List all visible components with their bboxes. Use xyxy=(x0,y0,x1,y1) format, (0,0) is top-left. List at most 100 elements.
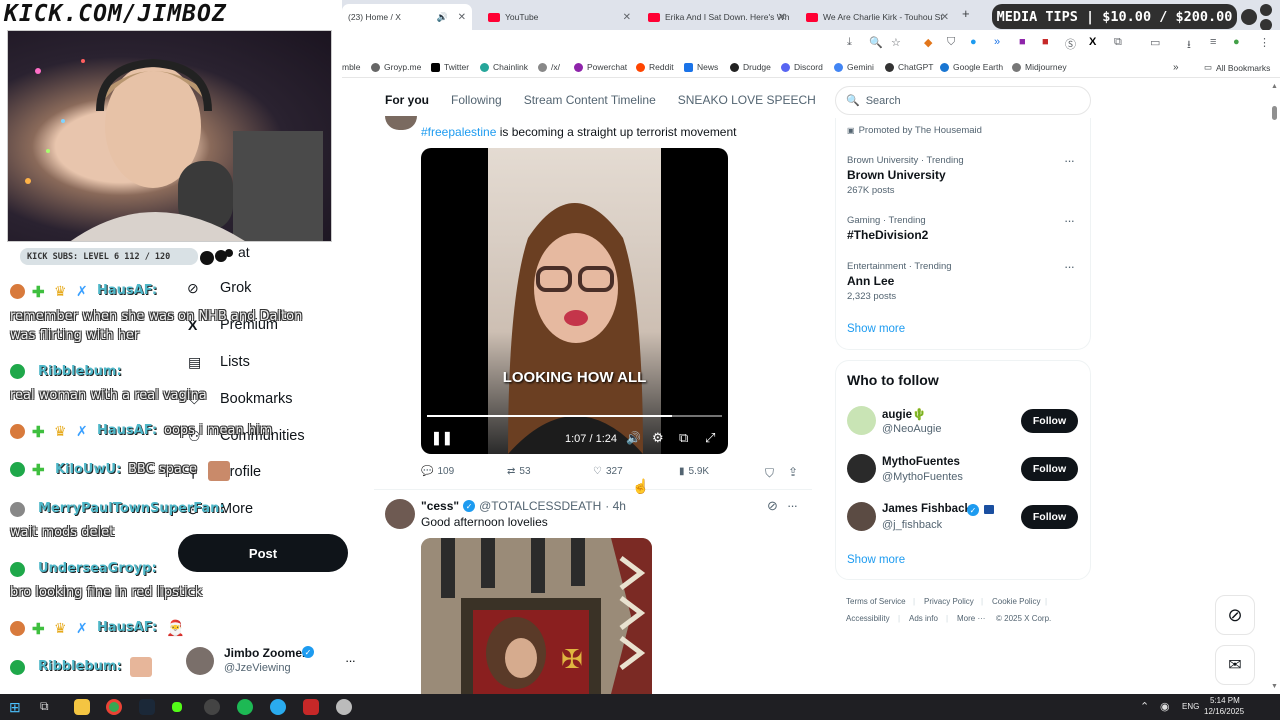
bookmark[interactable]: /x/ xyxy=(538,62,560,72)
extension-icon[interactable]: Ⓢ xyxy=(1065,36,1076,52)
pip-icon[interactable]: ⧉ xyxy=(679,430,688,446)
windows-start-icon[interactable]: ⊞ xyxy=(9,699,21,716)
scrollbar-thumb[interactable] xyxy=(1272,106,1277,120)
nav-item-lists[interactable]: Lists xyxy=(220,354,250,370)
video-player[interactable]: LOOKING HOW ALL ❚❚ 1:07 / 1:24 🔊 ⚙ ⧉ ⤢ xyxy=(421,148,728,454)
more-dots-icon[interactable]: ··· xyxy=(787,498,798,513)
tab-home-x[interactable]: (23) Home / X 🔊 ✕ xyxy=(342,4,472,30)
bookmark[interactable]: Gemini xyxy=(834,62,874,72)
more-dots-icon[interactable]: ··· xyxy=(1064,153,1075,168)
task-view-icon[interactable]: ⧉ xyxy=(40,699,49,714)
bookmark[interactable]: Chainlink xyxy=(480,62,528,72)
footer-link[interactable]: Privacy Policy xyxy=(924,597,974,606)
speaker-icon[interactable]: 🔊 xyxy=(437,12,448,23)
nav-item-partial[interactable]: at xyxy=(238,244,250,260)
like-button[interactable]: ♡ 327 xyxy=(593,466,623,477)
follow-button[interactable]: Follow xyxy=(1021,409,1078,433)
bookmark[interactable]: News xyxy=(684,62,718,72)
search-input[interactable]: 🔍 Search xyxy=(835,86,1091,115)
show-more-follow[interactable]: Show more xyxy=(847,554,905,566)
pause-icon[interactable]: ❚❚ xyxy=(431,430,453,446)
scroll-up-icon[interactable]: ▲ xyxy=(1271,83,1278,90)
hashtag-link[interactable]: #freepalestine xyxy=(421,125,496,139)
menu-icon[interactable]: ⋮ xyxy=(1259,36,1270,49)
extension-icon[interactable]: ■ xyxy=(1019,36,1026,48)
bookmark[interactable]: Discord xyxy=(781,62,823,72)
chevron-right-icon[interactable]: » xyxy=(1173,62,1179,73)
shield-icon[interactable]: ⛉ xyxy=(947,36,955,49)
steam-icon[interactable] xyxy=(139,699,155,715)
tab-following[interactable]: Following xyxy=(440,82,513,118)
nav-item-grok[interactable]: Grok xyxy=(220,280,251,296)
all-bookmarks[interactable]: ▭ All Bookmarks xyxy=(1204,62,1270,73)
show-more-trends[interactable]: Show more xyxy=(847,323,905,335)
footer-link[interactable]: Terms of Service xyxy=(846,597,906,606)
close-icon[interactable]: ✕ xyxy=(778,12,786,23)
nav-item-more[interactable]: More xyxy=(220,501,253,517)
nav-item-bookmarks[interactable]: Bookmarks xyxy=(220,391,293,407)
tab-for-you[interactable]: For you xyxy=(374,82,440,118)
share-icon[interactable]: ⇪ xyxy=(788,465,798,479)
suggestion-name[interactable]: augie🌵 xyxy=(882,407,926,421)
x-icon[interactable]: X xyxy=(1089,36,1096,48)
more-dots-icon[interactable]: ··· xyxy=(1064,213,1075,228)
extension-icon[interactable]: » xyxy=(994,36,1000,48)
suggestion-name[interactable]: MythoFuentes xyxy=(882,456,960,468)
app-icon[interactable] xyxy=(303,699,319,715)
post-time[interactable]: · 4h xyxy=(605,499,626,513)
tab-stream-content[interactable]: Stream Content Timeline xyxy=(513,82,667,118)
avatar[interactable] xyxy=(385,116,417,130)
bookmark[interactable]: Drudge xyxy=(730,62,771,72)
video-progress-track[interactable] xyxy=(427,415,722,417)
media-icon[interactable]: ≡ xyxy=(1210,36,1216,48)
footer-link[interactable]: More ··· xyxy=(957,614,985,623)
kick-icon[interactable] xyxy=(172,702,182,712)
bookmark[interactable]: ChatGPT xyxy=(885,62,933,72)
post-button[interactable]: Post xyxy=(178,534,348,572)
follow-button[interactable]: Follow xyxy=(1021,505,1078,529)
bookmark[interactable]: Reddit xyxy=(636,62,674,72)
suggestion-name[interactable]: James Fishback xyxy=(882,503,971,515)
bookmark[interactable]: Google Earth xyxy=(940,62,1003,72)
author-handle[interactable]: @TOTALCESSDEATH xyxy=(479,499,601,513)
language-indicator[interactable]: ENG xyxy=(1182,702,1199,711)
follow-button[interactable]: Follow xyxy=(1021,457,1078,481)
footer-link[interactable]: Ads info xyxy=(909,614,938,623)
lists-icon[interactable]: ▤ xyxy=(188,354,201,371)
tray-chevron-icon[interactable]: ⌃ xyxy=(1140,700,1149,713)
zoom-icon[interactable]: 🔍 xyxy=(869,36,883,49)
star-icon[interactable]: ☆ xyxy=(891,36,901,49)
close-icon[interactable]: ✕ xyxy=(941,12,949,23)
repost-button[interactable]: ⇄ 53 xyxy=(507,466,531,477)
clock-time[interactable]: 5:14 PM xyxy=(1210,696,1240,705)
chrome-icon[interactable] xyxy=(106,699,122,715)
new-tab-icon[interactable]: + xyxy=(962,6,970,21)
footer-link[interactable]: Accessibility xyxy=(846,614,890,623)
tab-youtube[interactable]: YouTube ✕ xyxy=(482,4,637,30)
bookmark[interactable]: mble xyxy=(342,62,360,72)
extension-icon[interactable]: ■ xyxy=(1042,36,1049,48)
footer-link[interactable]: Cookie Policy xyxy=(992,597,1040,606)
settings-icon[interactable]: ⚙ xyxy=(652,430,664,446)
views-button[interactable]: ▮ 5.9K xyxy=(679,466,709,477)
extension-icon[interactable]: ● xyxy=(970,36,977,48)
profile-icon[interactable]: ● xyxy=(1233,36,1240,48)
grok-icon[interactable]: ⊘ xyxy=(767,498,778,514)
telegram-icon[interactable] xyxy=(270,699,286,715)
more-dots-icon[interactable]: ··· xyxy=(345,653,356,668)
close-icon[interactable]: ✕ xyxy=(623,12,631,23)
avatar[interactable] xyxy=(186,647,214,675)
obs-icon[interactable] xyxy=(204,699,220,715)
install-icon[interactable]: ⤓ xyxy=(847,36,852,49)
network-icon[interactable]: ◉ xyxy=(1160,700,1170,713)
sidepanel-icon[interactable]: ▭ xyxy=(1150,36,1160,49)
puzzle-icon[interactable]: ⧉ xyxy=(1114,36,1122,49)
clock-date[interactable]: 12/16/2025 xyxy=(1204,707,1244,716)
bookmark-icon[interactable]: ⛉ xyxy=(765,466,774,481)
avatar[interactable] xyxy=(385,499,415,529)
trend-name[interactable]: Ann Lee xyxy=(847,274,894,288)
close-icon[interactable]: ✕ xyxy=(458,12,466,23)
spotify-icon[interactable] xyxy=(237,699,253,715)
trend-name[interactable]: Brown University xyxy=(847,168,946,182)
avatar[interactable] xyxy=(847,406,876,435)
